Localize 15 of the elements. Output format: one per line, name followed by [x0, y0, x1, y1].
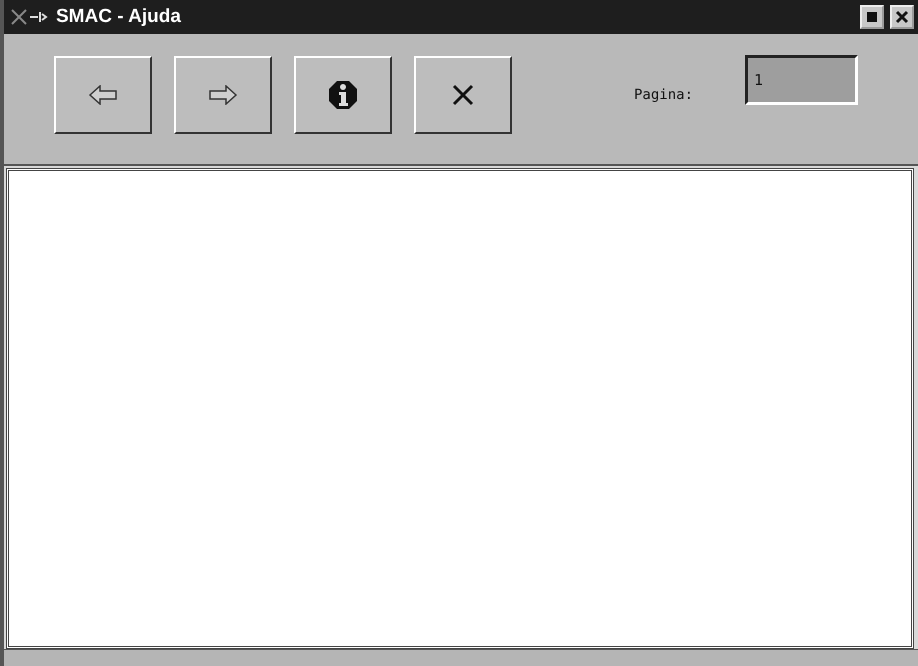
square-icon	[866, 11, 878, 23]
right-arrow-icon	[209, 85, 237, 105]
maximize-button[interactable]	[860, 5, 884, 29]
forward-button[interactable]	[174, 56, 272, 134]
close-icon	[895, 10, 909, 24]
page-field[interactable]: 1	[745, 55, 858, 105]
close-button[interactable]	[890, 5, 914, 29]
back-button[interactable]	[54, 56, 152, 134]
close-icon	[452, 84, 474, 106]
window-title: SMAC - Ajuda	[56, 6, 181, 28]
left-arrow-icon	[89, 85, 117, 105]
info-icon	[328, 80, 358, 110]
window-menu-icon[interactable]	[10, 8, 50, 26]
page-label: Pagina:	[634, 87, 694, 103]
info-button[interactable]	[294, 56, 392, 134]
